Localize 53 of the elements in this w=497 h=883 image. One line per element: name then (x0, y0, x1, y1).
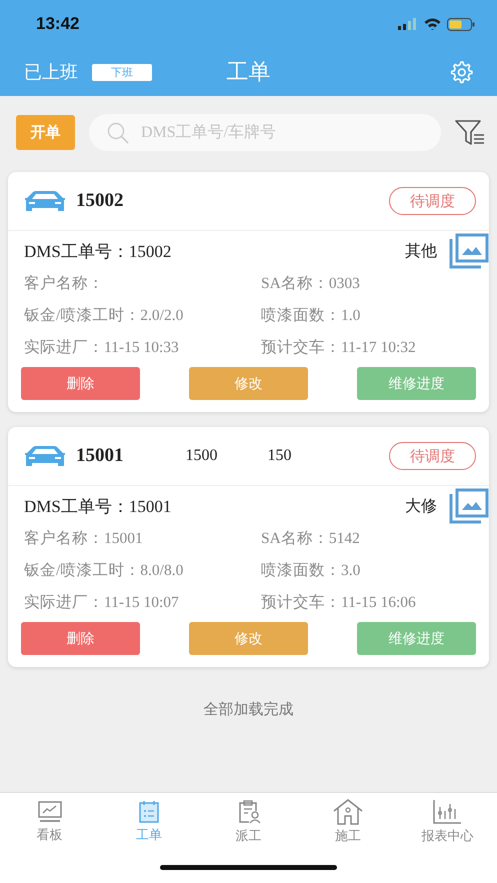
plate-number: 15002 (76, 190, 124, 212)
settings-icon[interactable] (449, 60, 473, 84)
order-detail: 钣金/喷漆工时：8.0/8.0 (24, 561, 184, 581)
car-icon (24, 190, 66, 212)
clipboard-person-icon (236, 799, 261, 825)
status-tag: 待调度 (389, 442, 476, 470)
gallery-icon[interactable] (449, 233, 489, 269)
order-detail: 喷漆面数：1.0 (261, 306, 362, 326)
car-icon (24, 445, 66, 467)
dms-order-number: DMS工单号：15002 (24, 240, 172, 262)
delete-button[interactable]: 删除 (21, 367, 140, 400)
page-title: 工单 (226, 59, 270, 87)
order-detail: 预计交车：11-17 10:32 (261, 338, 417, 358)
order-detail: 钣金/喷漆工时：2.0/2.0 (24, 306, 184, 326)
tab-item[interactable]: 派工 (198, 793, 298, 851)
delete-button[interactable]: 删除 (21, 622, 140, 655)
order-info-text: 150 (268, 447, 292, 465)
tab-item[interactable]: 看板 (0, 793, 100, 851)
order-detail: 客户名称： (24, 274, 105, 294)
house-icon (332, 799, 363, 825)
order-detail: SA名称：5142 (261, 529, 361, 549)
order-detail: SA名称：0303 (261, 274, 361, 294)
order-type: 大修 (405, 496, 437, 516)
load-complete-text: 全部加载完成 (204, 700, 294, 719)
off-duty-button[interactable]: 下班 (92, 64, 152, 80)
status-time: 13:42 (36, 14, 80, 34)
dms-order-number: DMS工单号：15001 (24, 496, 172, 518)
filter-icon[interactable] (455, 118, 485, 146)
bar-chart-icon (432, 799, 462, 825)
open-order-button[interactable]: 开单 (16, 115, 75, 150)
battery-icon (447, 18, 475, 30)
order-detail: 客户名称：15001 (24, 529, 144, 549)
order-type: 其他 (405, 240, 437, 262)
edit-button[interactable]: 修改 (189, 367, 308, 400)
tab-item[interactable]: 报表中心 (398, 793, 497, 851)
monitor-chart-icon (36, 800, 63, 824)
order-detail: 喷漆面数：3.0 (261, 561, 362, 581)
progress-button[interactable]: 维修进度 (357, 367, 476, 400)
tab-item[interactable]: 工单 (99, 793, 199, 851)
plate-number: 15001 (76, 445, 124, 467)
order-detail: 实际进厂：11-15 10:07 (24, 593, 180, 613)
clipboard-list-icon (137, 800, 162, 824)
gallery-icon[interactable] (449, 488, 489, 524)
signal-icon (398, 18, 418, 30)
order-info-text: 1500 (186, 447, 218, 465)
progress-button[interactable]: 维修进度 (357, 622, 476, 655)
wifi-icon (424, 18, 441, 30)
order-detail: 实际进厂：11-15 10:33 (24, 338, 180, 358)
order-detail: 预计交车：11-15 16:06 (261, 593, 417, 613)
tab-item[interactable]: 施工 (298, 793, 398, 851)
status-tag: 待调度 (389, 187, 476, 215)
duty-status: 已上班 (24, 61, 78, 84)
edit-button[interactable]: 修改 (189, 622, 308, 655)
